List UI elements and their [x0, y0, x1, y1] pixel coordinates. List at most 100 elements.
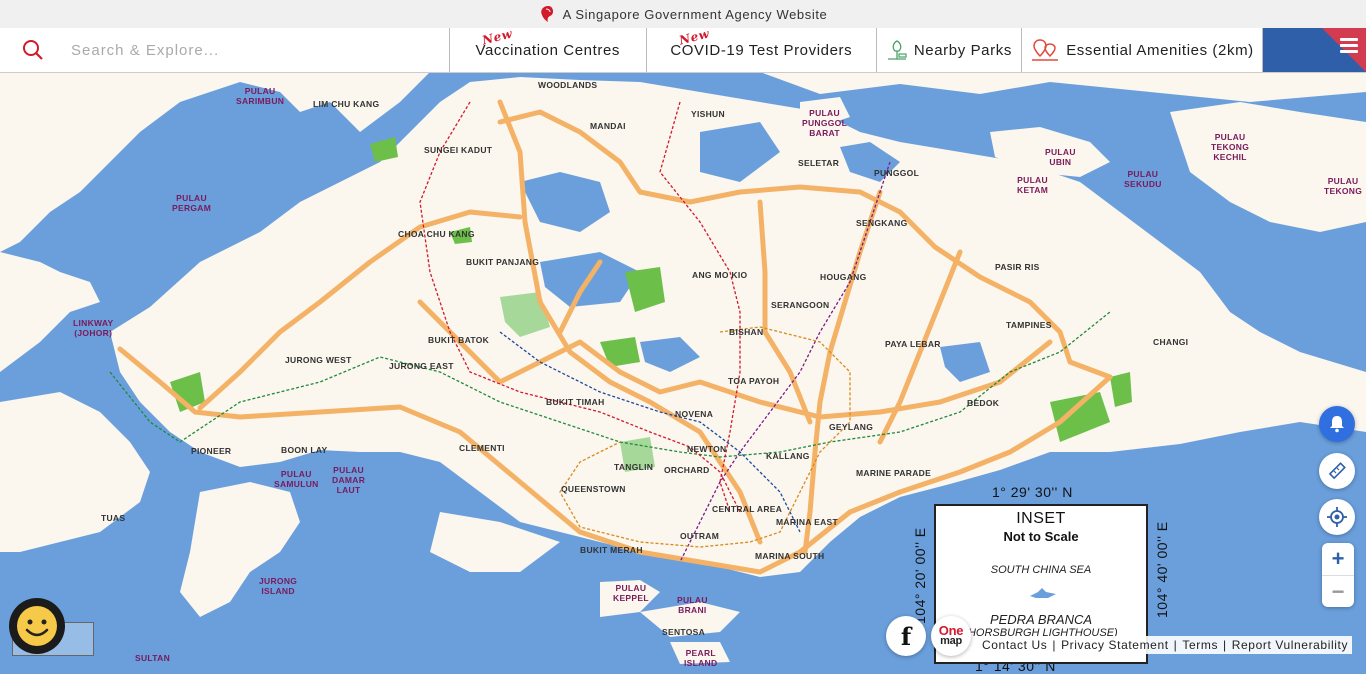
map-label-pulau-sekudu: PULAU SEKUDU: [1124, 169, 1162, 189]
search-icon[interactable]: [22, 39, 44, 61]
tab-nearby-parks[interactable]: Nearby Parks: [877, 28, 1022, 72]
map-label-jurong-island: JURONG ISLAND: [259, 576, 298, 596]
tab-label: Essential Amenities (2km): [1066, 41, 1254, 59]
map-label-sungei-kadut: SUNGEI KADUT: [424, 145, 493, 155]
notification-button[interactable]: [1319, 406, 1355, 442]
footer-separator: |: [1173, 638, 1178, 652]
map-label-pulau-sarimbun: PULAU SARIMBUN: [236, 86, 285, 106]
terms-link[interactable]: Terms: [1182, 638, 1218, 652]
inset-subtitle: Not to Scale: [1003, 529, 1079, 544]
map-label-pulau-punggol-barat: PULAU PUNGGOL BARAT: [802, 108, 848, 138]
map-label-pulau-pergam: PULAU PERGAM: [172, 193, 212, 213]
park-icon: [887, 40, 907, 60]
measure-button[interactable]: [1319, 453, 1355, 489]
map-label-pulau-damar-laut: PULAU DAMAR LAUT: [332, 465, 366, 495]
map-label-kallang: KALLANG: [766, 451, 810, 461]
map-label-mandai: MANDAI: [590, 121, 626, 131]
footer-separator: |: [1223, 638, 1227, 652]
map-label-pulau-keppel: PULAU KEPPEL: [613, 583, 649, 603]
hamburger-menu-icon: [1340, 38, 1358, 56]
map-label-lim-chu-kang: LIM CHU KANG: [313, 99, 380, 109]
top-navigation: New Vaccination Centres New COVID-19 Tes…: [0, 26, 1366, 73]
map-label-outram: OUTRAM: [680, 531, 720, 541]
map-label-linkway-johor: LINKWAY (JOHOR): [73, 318, 114, 338]
map-label-paya-lebar: PAYA LEBAR: [885, 339, 941, 349]
map-label-toa-payoh: TOA PAYOH: [728, 376, 780, 386]
lion-head-icon: [540, 6, 553, 22]
map-label-seletar: SELETAR: [798, 158, 840, 168]
map-label-sengkang: SENGKANG: [856, 218, 908, 228]
map-label-novena: NOVENA: [675, 409, 714, 419]
map-label-marina-south: MARINA SOUTH: [755, 551, 825, 561]
tab-covid-test-providers[interactable]: New COVID-19 Test Providers: [647, 26, 878, 72]
map-label-central-area: CENTRAL AREA: [712, 504, 783, 514]
feedback-button[interactable]: [9, 598, 65, 654]
inset-coord-right: 104° 40' 00'' E: [1154, 521, 1170, 618]
zoom-out-button[interactable]: −: [1322, 575, 1354, 608]
locate-me-button[interactable]: [1319, 499, 1355, 535]
tab-label: Nearby Parks: [913, 41, 1012, 59]
map-label-marina-east: MARINA EAST: [776, 517, 839, 527]
footer-separator: |: [1052, 638, 1057, 652]
map-label-pulau-samulun: PULAU SAMULUN: [274, 469, 319, 489]
report-vulnerability-link[interactable]: Report Vulnerability: [1232, 638, 1348, 652]
privacy-statement-link[interactable]: Privacy Statement: [1061, 638, 1169, 652]
map-label-hougang: HOUGANG: [820, 272, 867, 282]
gov-banner: A Singapore Government Agency Website: [0, 0, 1366, 28]
map-label-punggol: PUNGGOL: [874, 168, 920, 178]
search-input[interactable]: [69, 40, 403, 60]
map-label-tuas: TUAS: [101, 513, 126, 523]
map-label-bukit-panjang: BUKIT PANJANG: [466, 257, 540, 267]
map-label-pulau-ketam: PULAU KETAM: [1017, 175, 1049, 195]
smiley-icon: [17, 606, 57, 646]
menu-button[interactable]: [1263, 28, 1366, 72]
ruler-icon: [1328, 462, 1346, 480]
map-label-bukit-timah: BUKIT TIMAH: [546, 397, 605, 407]
map-label-bukit-merah: BUKIT MERAH: [580, 545, 643, 555]
inset-sea-label: SOUTH CHINA SEA: [990, 564, 1092, 576]
inset-title: INSET: [1016, 510, 1066, 527]
map-label-queenstown: QUEENSTOWN: [561, 484, 626, 494]
map-label-pulau-brani: PULAU BRANI: [677, 595, 708, 615]
map-label-geylang: GEYLANG: [829, 422, 874, 432]
map-label-bukit-batok: BUKIT BATOK: [428, 335, 490, 345]
tab-essential-amenities[interactable]: Essential Amenities (2km): [1022, 28, 1264, 72]
map-label-tampines: TAMPINES: [1006, 320, 1052, 330]
map-label-sentosa: SENTOSA: [662, 627, 706, 637]
map-label-pulau-tekong-kechil: PULAU TEKONG KECHIL: [1211, 132, 1250, 162]
map-label-pulau-ubin: PULAU UBIN: [1045, 147, 1076, 167]
onemap-logo-button[interactable]: One map: [931, 616, 971, 656]
map-label-jurong-east: JURONG EAST: [389, 361, 454, 371]
facebook-button[interactable]: f: [886, 616, 926, 656]
map-label-tanglin: TANGLIN: [614, 462, 654, 472]
map-label-pioneer: PIONEER: [191, 446, 232, 456]
map-label-bedok: BEDOK: [967, 398, 1000, 408]
map-label-yishun: YISHUN: [691, 109, 725, 119]
onemap-logo-map: map: [940, 635, 962, 647]
zoom-control: + −: [1322, 543, 1354, 607]
inset-coord-left: 104° 20' 00'' E: [912, 527, 928, 624]
map-label-serangoon: SERANGOON: [771, 300, 830, 310]
map-label-ang-mo-kio: ANG MO KIO: [692, 270, 748, 280]
contact-us-link[interactable]: Contact Us: [982, 638, 1047, 652]
search-bar: [0, 28, 450, 72]
map-label-pearl-island: PEARL ISLAND: [684, 648, 718, 668]
map-label-clementi: CLEMENTI: [459, 443, 505, 453]
map-label-pulau-tekong: PULAU TEKONG: [1324, 176, 1363, 196]
map-label-pasir-ris: PASIR RIS: [995, 262, 1040, 272]
map-label-newton: NEWTON: [687, 444, 727, 454]
inset-coord-top: 1° 29' 30'' N: [992, 484, 1073, 500]
map-label-boon-lay: BOON LAY: [281, 445, 328, 455]
inset-island-shape: [1030, 588, 1056, 598]
map-label-orchard: ORCHARD: [664, 465, 710, 475]
zoom-in-button[interactable]: +: [1322, 543, 1354, 575]
map-label-bishan: BISHAN: [729, 327, 764, 337]
tab-vaccination-centres[interactable]: New Vaccination Centres: [450, 26, 647, 72]
footer-links: Contact Us | Privacy Statement | Terms |…: [978, 636, 1353, 654]
gov-banner-text: A Singapore Government Agency Website: [562, 6, 828, 22]
map-label-jurong-west: JURONG WEST: [285, 355, 352, 365]
facebook-icon: f: [900, 621, 912, 651]
map-label-woodlands: WOODLANDS: [538, 80, 598, 90]
map-label-changi: CHANGI: [1153, 337, 1189, 347]
tab-label: COVID-19 Test Providers: [670, 41, 853, 59]
